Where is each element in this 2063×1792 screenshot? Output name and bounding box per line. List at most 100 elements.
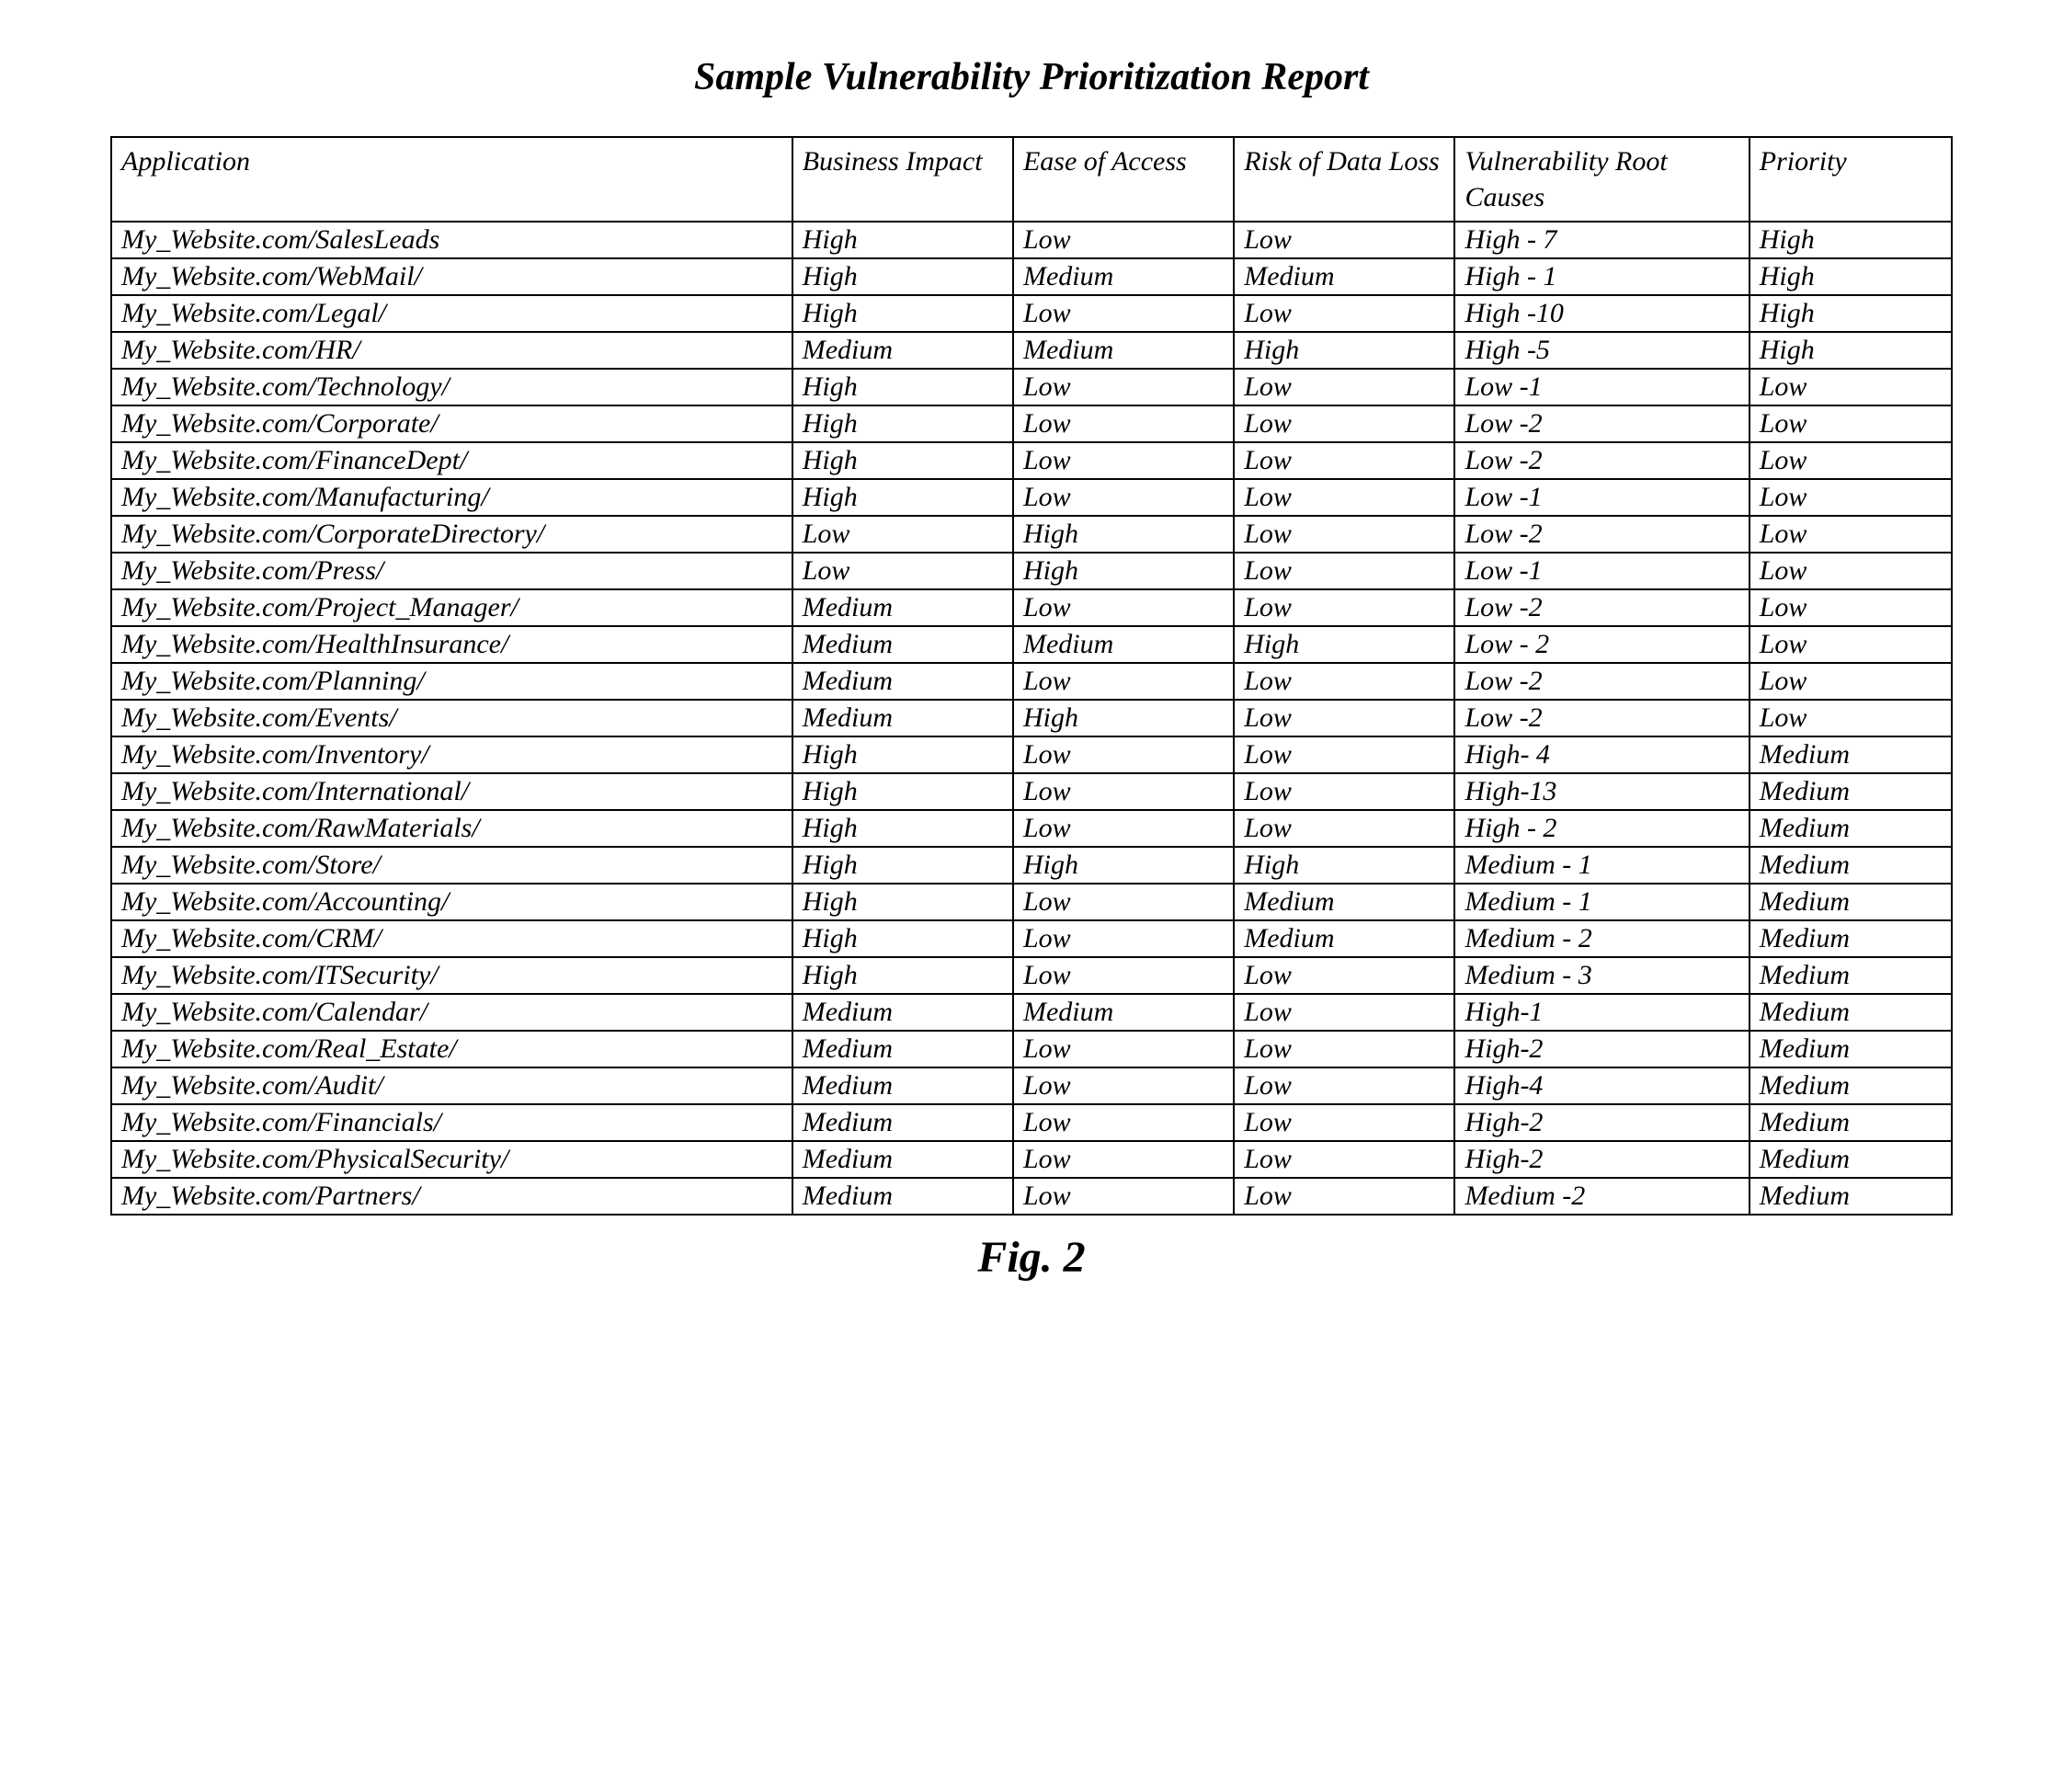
cell-application: My_Website.com/Inventory/: [111, 736, 792, 773]
cell-business-impact: Medium: [792, 332, 1013, 369]
cell-application: My_Website.com/ITSecurity/: [111, 957, 792, 994]
cell-ease-of-access: Low: [1013, 589, 1234, 626]
cell-business-impact: Medium: [792, 994, 1013, 1031]
table-row: My_Website.com/CorporateDirectory/LowHig…: [111, 516, 1952, 553]
col-header-root-causes: Vulnerability Root Causes: [1454, 137, 1749, 222]
cell-root-causes: High-13: [1454, 773, 1749, 810]
table-row: My_Website.com/PhysicalSecurity/MediumLo…: [111, 1141, 1952, 1178]
cell-business-impact: Medium: [792, 589, 1013, 626]
cell-risk-of-data-loss: Medium: [1234, 920, 1454, 957]
cell-business-impact: Medium: [792, 1031, 1013, 1067]
cell-risk-of-data-loss: Low: [1234, 736, 1454, 773]
cell-priority: Medium: [1750, 847, 1952, 884]
cell-root-causes: Medium -2: [1454, 1178, 1749, 1215]
cell-risk-of-data-loss: Low: [1234, 957, 1454, 994]
table-row: My_Website.com/FinanceDept/HighLowLowLow…: [111, 442, 1952, 479]
cell-ease-of-access: High: [1013, 847, 1234, 884]
cell-risk-of-data-loss: Low: [1234, 516, 1454, 553]
cell-root-causes: Medium - 3: [1454, 957, 1749, 994]
figure-label: Fig. 2: [110, 1232, 1953, 1283]
cell-business-impact: Low: [792, 516, 1013, 553]
cell-application: My_Website.com/Press/: [111, 553, 792, 589]
cell-application: My_Website.com/Project_Manager/: [111, 589, 792, 626]
cell-priority: Medium: [1750, 810, 1952, 847]
cell-risk-of-data-loss: Medium: [1234, 258, 1454, 295]
cell-ease-of-access: Low: [1013, 479, 1234, 516]
table-row: My_Website.com/Audit/MediumLowLowHigh-4M…: [111, 1067, 1952, 1104]
table-row: My_Website.com/International/HighLowLowH…: [111, 773, 1952, 810]
cell-priority: Low: [1750, 589, 1952, 626]
cell-application: My_Website.com/Partners/: [111, 1178, 792, 1215]
cell-root-causes: High -10: [1454, 295, 1749, 332]
cell-ease-of-access: Low: [1013, 810, 1234, 847]
cell-priority: Medium: [1750, 1031, 1952, 1067]
cell-risk-of-data-loss: Low: [1234, 295, 1454, 332]
cell-root-causes: Low -2: [1454, 405, 1749, 442]
cell-root-causes: Medium - 2: [1454, 920, 1749, 957]
cell-root-causes: Low -1: [1454, 553, 1749, 589]
table-row: My_Website.com/Store/HighHighHighMedium …: [111, 847, 1952, 884]
cell-ease-of-access: Low: [1013, 957, 1234, 994]
cell-application: My_Website.com/SalesLeads: [111, 222, 792, 258]
cell-ease-of-access: Low: [1013, 1031, 1234, 1067]
cell-root-causes: High-4: [1454, 1067, 1749, 1104]
cell-risk-of-data-loss: Low: [1234, 589, 1454, 626]
cell-risk-of-data-loss: Low: [1234, 1031, 1454, 1067]
cell-ease-of-access: Low: [1013, 736, 1234, 773]
cell-application: My_Website.com/Legal/: [111, 295, 792, 332]
cell-ease-of-access: Medium: [1013, 332, 1234, 369]
table-row: My_Website.com/Real_Estate/MediumLowLowH…: [111, 1031, 1952, 1067]
vulnerability-table: Application Business Impact Ease of Acce…: [110, 136, 1953, 1216]
table-row: My_Website.com/Project_Manager/MediumLow…: [111, 589, 1952, 626]
cell-application: My_Website.com/FinanceDept/: [111, 442, 792, 479]
col-header-ease-of-access: Ease of Access: [1013, 137, 1234, 222]
cell-priority: Medium: [1750, 994, 1952, 1031]
cell-application: My_Website.com/Technology/: [111, 369, 792, 405]
cell-root-causes: High - 2: [1454, 810, 1749, 847]
cell-application: My_Website.com/Manufacturing/: [111, 479, 792, 516]
col-header-business-impact: Business Impact: [792, 137, 1013, 222]
cell-root-causes: High - 1: [1454, 258, 1749, 295]
cell-application: My_Website.com/Events/: [111, 700, 792, 736]
cell-root-causes: Low - 2: [1454, 626, 1749, 663]
table-row: My_Website.com/HealthInsurance/MediumMed…: [111, 626, 1952, 663]
cell-priority: High: [1750, 295, 1952, 332]
cell-risk-of-data-loss: Low: [1234, 994, 1454, 1031]
cell-risk-of-data-loss: Low: [1234, 405, 1454, 442]
cell-application: My_Website.com/PhysicalSecurity/: [111, 1141, 792, 1178]
table-row: My_Website.com/Legal/HighLowLowHigh -10H…: [111, 295, 1952, 332]
cell-priority: Medium: [1750, 920, 1952, 957]
cell-priority: Medium: [1750, 1067, 1952, 1104]
cell-application: My_Website.com/HR/: [111, 332, 792, 369]
table-body: My_Website.com/SalesLeadsHighLowLowHigh …: [111, 222, 1952, 1215]
cell-priority: High: [1750, 222, 1952, 258]
cell-root-causes: Low -2: [1454, 442, 1749, 479]
cell-ease-of-access: Medium: [1013, 626, 1234, 663]
table-row: My_Website.com/WebMail/HighMediumMediumH…: [111, 258, 1952, 295]
cell-ease-of-access: Low: [1013, 1104, 1234, 1141]
cell-ease-of-access: High: [1013, 553, 1234, 589]
cell-application: My_Website.com/RawMaterials/: [111, 810, 792, 847]
cell-application: My_Website.com/Financials/: [111, 1104, 792, 1141]
cell-priority: Low: [1750, 479, 1952, 516]
cell-priority: Medium: [1750, 736, 1952, 773]
table-row: My_Website.com/Inventory/HighLowLowHigh-…: [111, 736, 1952, 773]
cell-business-impact: High: [792, 773, 1013, 810]
cell-risk-of-data-loss: Low: [1234, 553, 1454, 589]
cell-application: My_Website.com/CRM/: [111, 920, 792, 957]
cell-business-impact: High: [792, 957, 1013, 994]
cell-business-impact: High: [792, 442, 1013, 479]
cell-priority: Low: [1750, 700, 1952, 736]
header-row: Application Business Impact Ease of Acce…: [111, 137, 1952, 222]
cell-ease-of-access: Low: [1013, 369, 1234, 405]
table-row: My_Website.com/Technology/HighLowLowLow …: [111, 369, 1952, 405]
cell-priority: High: [1750, 258, 1952, 295]
cell-business-impact: High: [792, 810, 1013, 847]
table-row: My_Website.com/Corporate/HighLowLowLow -…: [111, 405, 1952, 442]
table-row: My_Website.com/RawMaterials/HighLowLowHi…: [111, 810, 1952, 847]
cell-ease-of-access: Low: [1013, 920, 1234, 957]
cell-business-impact: Medium: [792, 1104, 1013, 1141]
cell-risk-of-data-loss: High: [1234, 626, 1454, 663]
table-row: My_Website.com/Calendar/MediumMediumLowH…: [111, 994, 1952, 1031]
cell-ease-of-access: Low: [1013, 405, 1234, 442]
